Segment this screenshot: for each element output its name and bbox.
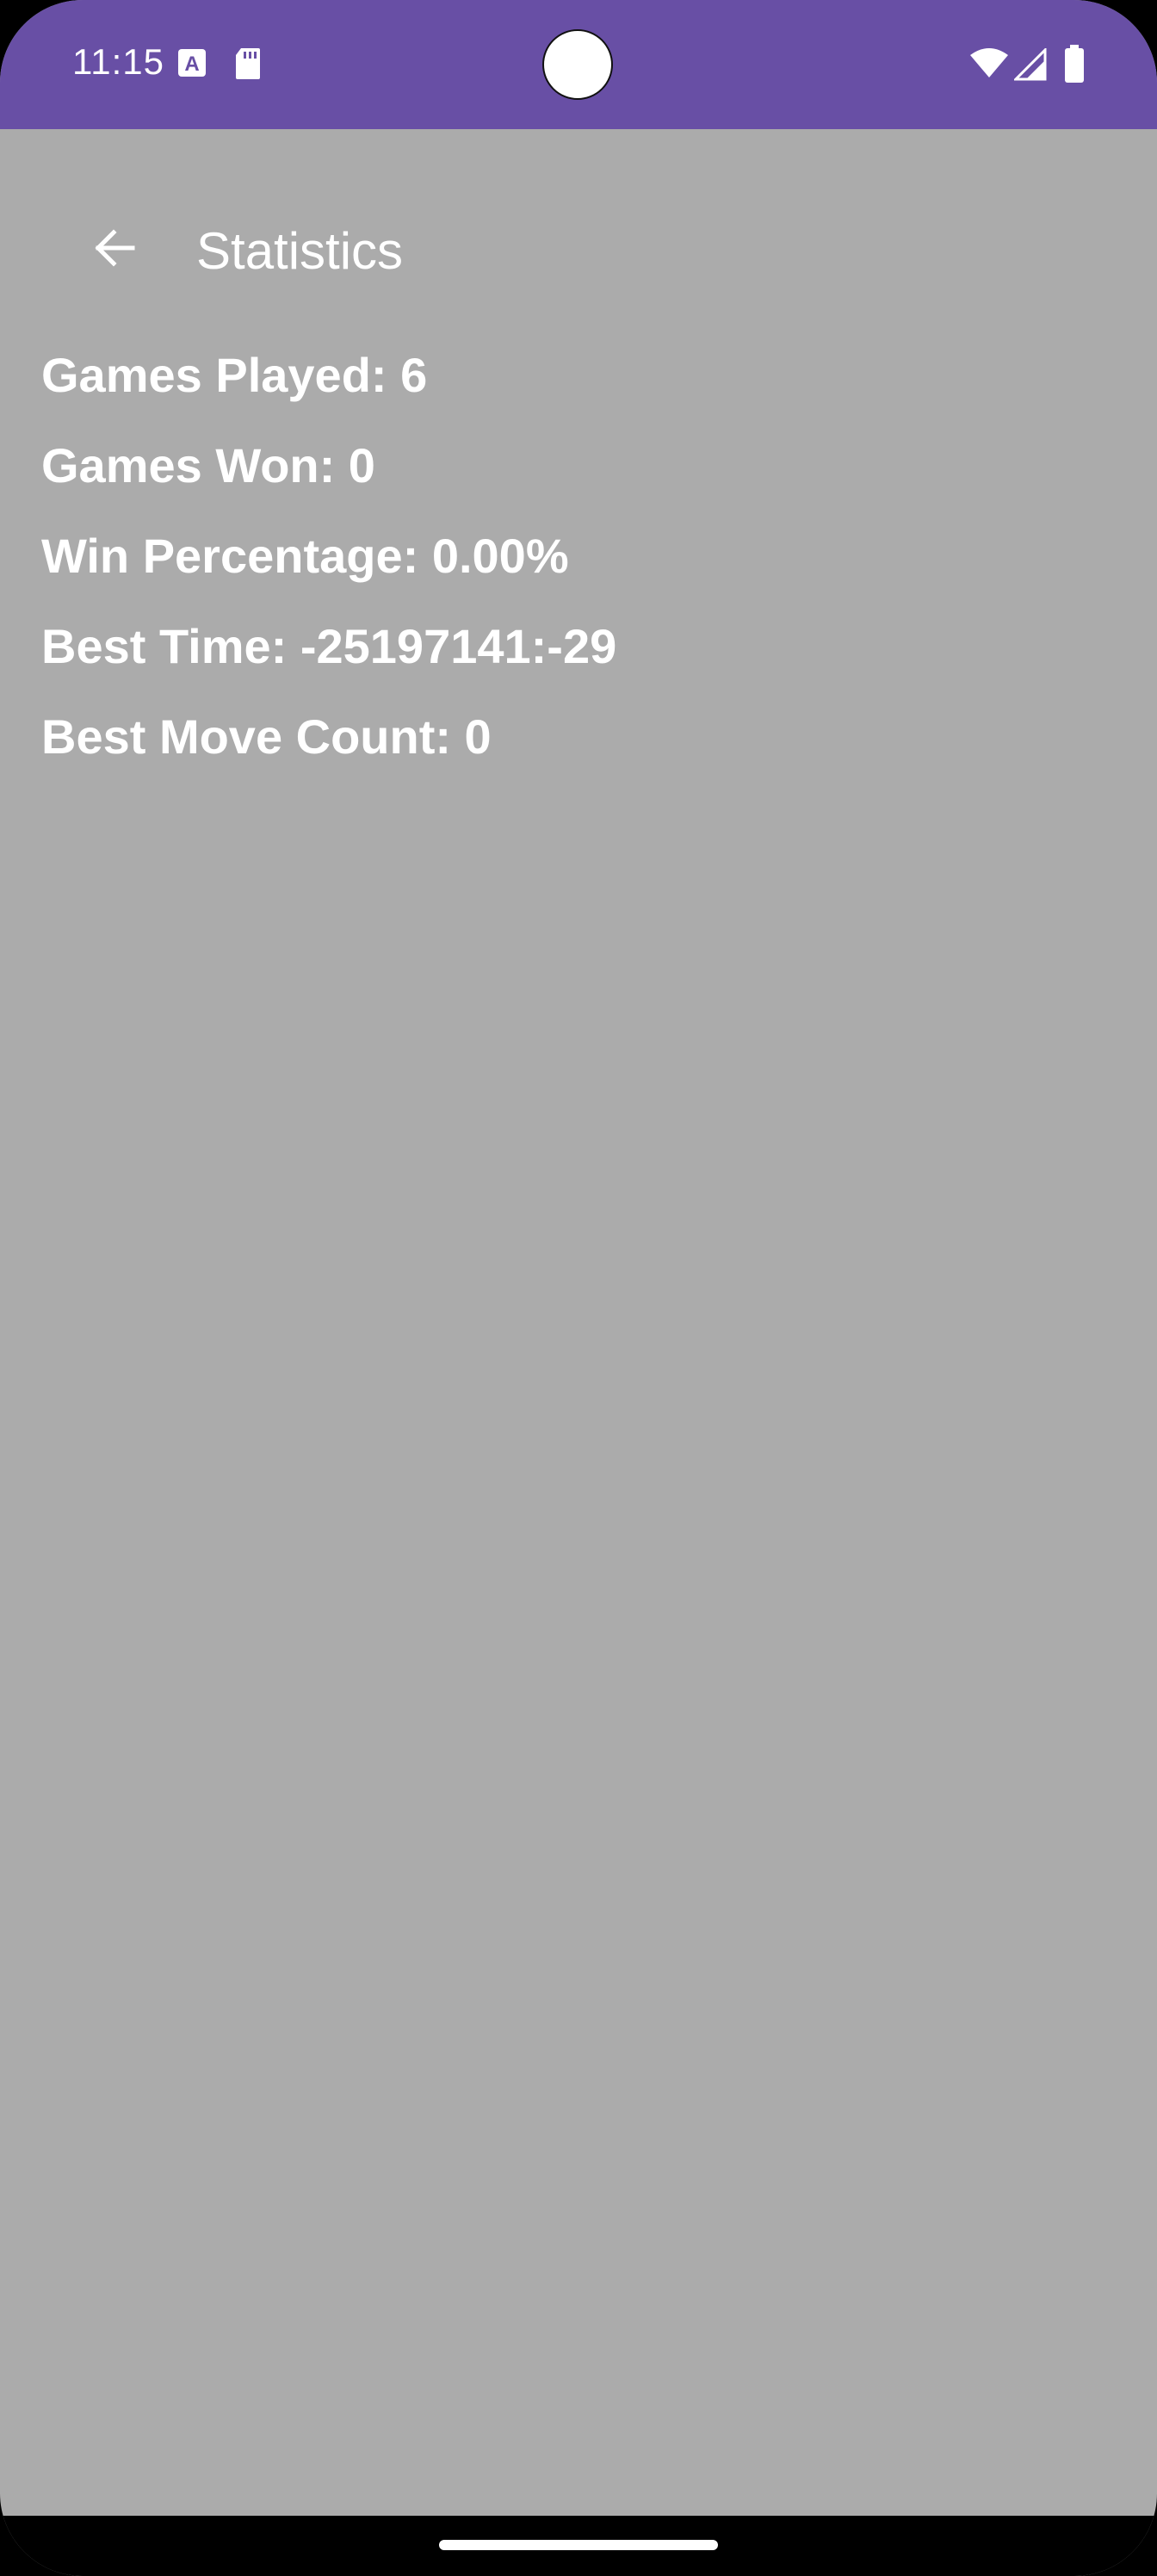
status-bar: 11:15 A [0,0,1157,129]
arrow-back-icon [91,226,136,275]
stats-list: Games Played: 6 Games Won: 0 Win Percent… [41,341,616,793]
back-button[interactable] [79,215,148,284]
accessibility-a-icon: A [177,48,207,82]
page-title: Statistics [196,222,404,280]
best-time-text: Best Time: -25197141:-29 [41,619,617,673]
win-percentage-text: Win Percentage: 0.00% [41,529,569,583]
battery-icon [1064,45,1085,87]
best-move-count-text: Best Move Count: 0 [41,709,492,764]
wifi-icon [969,48,1009,84]
screen: 11:15 A Statistics Games Played: 6 Games… [0,0,1157,2576]
games-played-text: Games Played: 6 [41,348,428,402]
home-indicator[interactable] [439,2540,718,2550]
cell-signal-icon [1012,46,1047,85]
status-time: 11:15 [72,41,164,82]
svg-text:A: A [184,53,199,76]
sd-card-icon [234,46,262,85]
games-won-text: Games Won: 0 [41,438,375,492]
camera-cutout [542,29,613,100]
